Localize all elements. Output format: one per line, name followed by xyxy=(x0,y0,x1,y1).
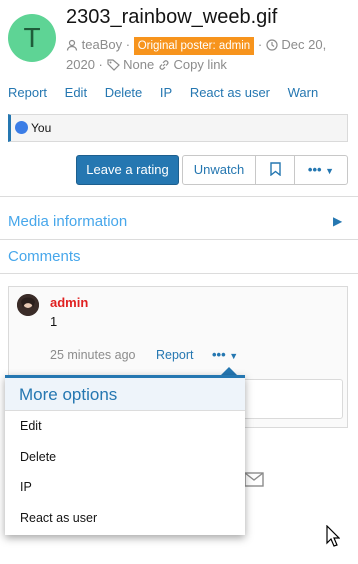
clock-icon xyxy=(266,39,278,51)
mouse-cursor-icon xyxy=(326,525,340,547)
comment-reply-input[interactable] xyxy=(235,379,343,419)
media-button-group: Unwatch ••• ▼ xyxy=(182,155,348,185)
media-header: T 2303_rainbow_weeb.gif teaBoy · Origina… xyxy=(0,0,358,80)
comment-author[interactable]: admin xyxy=(50,295,88,310)
separator: · xyxy=(125,37,131,52)
menu-item-delete[interactable]: Delete xyxy=(5,442,245,473)
more-dots: ••• xyxy=(212,347,226,362)
divider xyxy=(0,273,358,274)
reactions-bar[interactable]: You xyxy=(8,114,348,142)
menu-item-edit[interactable]: Edit xyxy=(5,411,245,442)
media-information-label: Media information xyxy=(8,213,128,230)
more-options-menu: More options Edit Delete IP React as use… xyxy=(5,375,245,535)
media-meta: teaBoy · Original poster: admin · Dec 20… xyxy=(66,35,356,75)
chevron-right-icon: ▶ xyxy=(333,214,343,228)
menu-item-react-as-user[interactable]: React as user xyxy=(5,503,245,534)
media-actions-bar: Report Edit Delete IP React as user Warn xyxy=(8,85,332,100)
leave-rating-button[interactable]: Leave a rating xyxy=(76,155,179,185)
menu-title: More options xyxy=(5,378,245,411)
separator: · xyxy=(98,57,103,72)
delete-link[interactable]: Delete xyxy=(105,85,143,100)
more-dots: ••• xyxy=(307,162,322,177)
caret-down-icon: ▼ xyxy=(229,351,239,361)
bookmark-icon xyxy=(269,162,281,177)
envelope-icon xyxy=(244,472,264,487)
edit-link[interactable]: Edit xyxy=(65,85,87,100)
more-options-button[interactable]: ••• ▼ xyxy=(295,156,347,184)
uploader-avatar[interactable]: T xyxy=(8,14,56,62)
divider xyxy=(0,196,358,197)
media-information-toggle[interactable]: Media information ▶ xyxy=(0,213,358,230)
copy-link[interactable]: Copy link xyxy=(173,57,226,72)
uploader-name[interactable]: teaBoy xyxy=(82,37,122,52)
separator: · xyxy=(257,37,263,52)
report-link[interactable]: Report xyxy=(8,85,47,100)
ip-link[interactable]: IP xyxy=(160,85,172,100)
comment-more-button[interactable]: ••• ▼ xyxy=(212,347,238,362)
caret-down-icon: ▼ xyxy=(325,166,335,176)
avatar-image xyxy=(17,294,39,316)
bookmark-button[interactable] xyxy=(256,156,295,184)
link-icon xyxy=(159,60,169,70)
menu-item-ip[interactable]: IP xyxy=(5,472,245,503)
warn-link[interactable]: Warn xyxy=(288,85,319,100)
original-poster-badge: Original poster: admin xyxy=(133,37,255,55)
comment-report-link[interactable]: Report xyxy=(156,348,194,362)
reactions-label: You xyxy=(31,121,52,135)
unwatch-button[interactable]: Unwatch xyxy=(183,156,256,184)
comments-heading: Comments xyxy=(0,248,358,265)
comment-text: 1 xyxy=(50,314,58,329)
comment-timestamp[interactable]: 25 minutes ago xyxy=(50,348,135,362)
commenter-avatar[interactable] xyxy=(17,294,39,316)
like-icon xyxy=(15,121,28,134)
user-icon xyxy=(66,39,78,51)
tags-value: None xyxy=(123,57,155,72)
divider xyxy=(0,239,358,240)
comments-label: Comments xyxy=(8,248,81,265)
media-title: 2303_rainbow_weeb.gif xyxy=(66,6,278,28)
react-as-user-link[interactable]: React as user xyxy=(190,85,270,100)
tag-icon xyxy=(106,59,120,71)
